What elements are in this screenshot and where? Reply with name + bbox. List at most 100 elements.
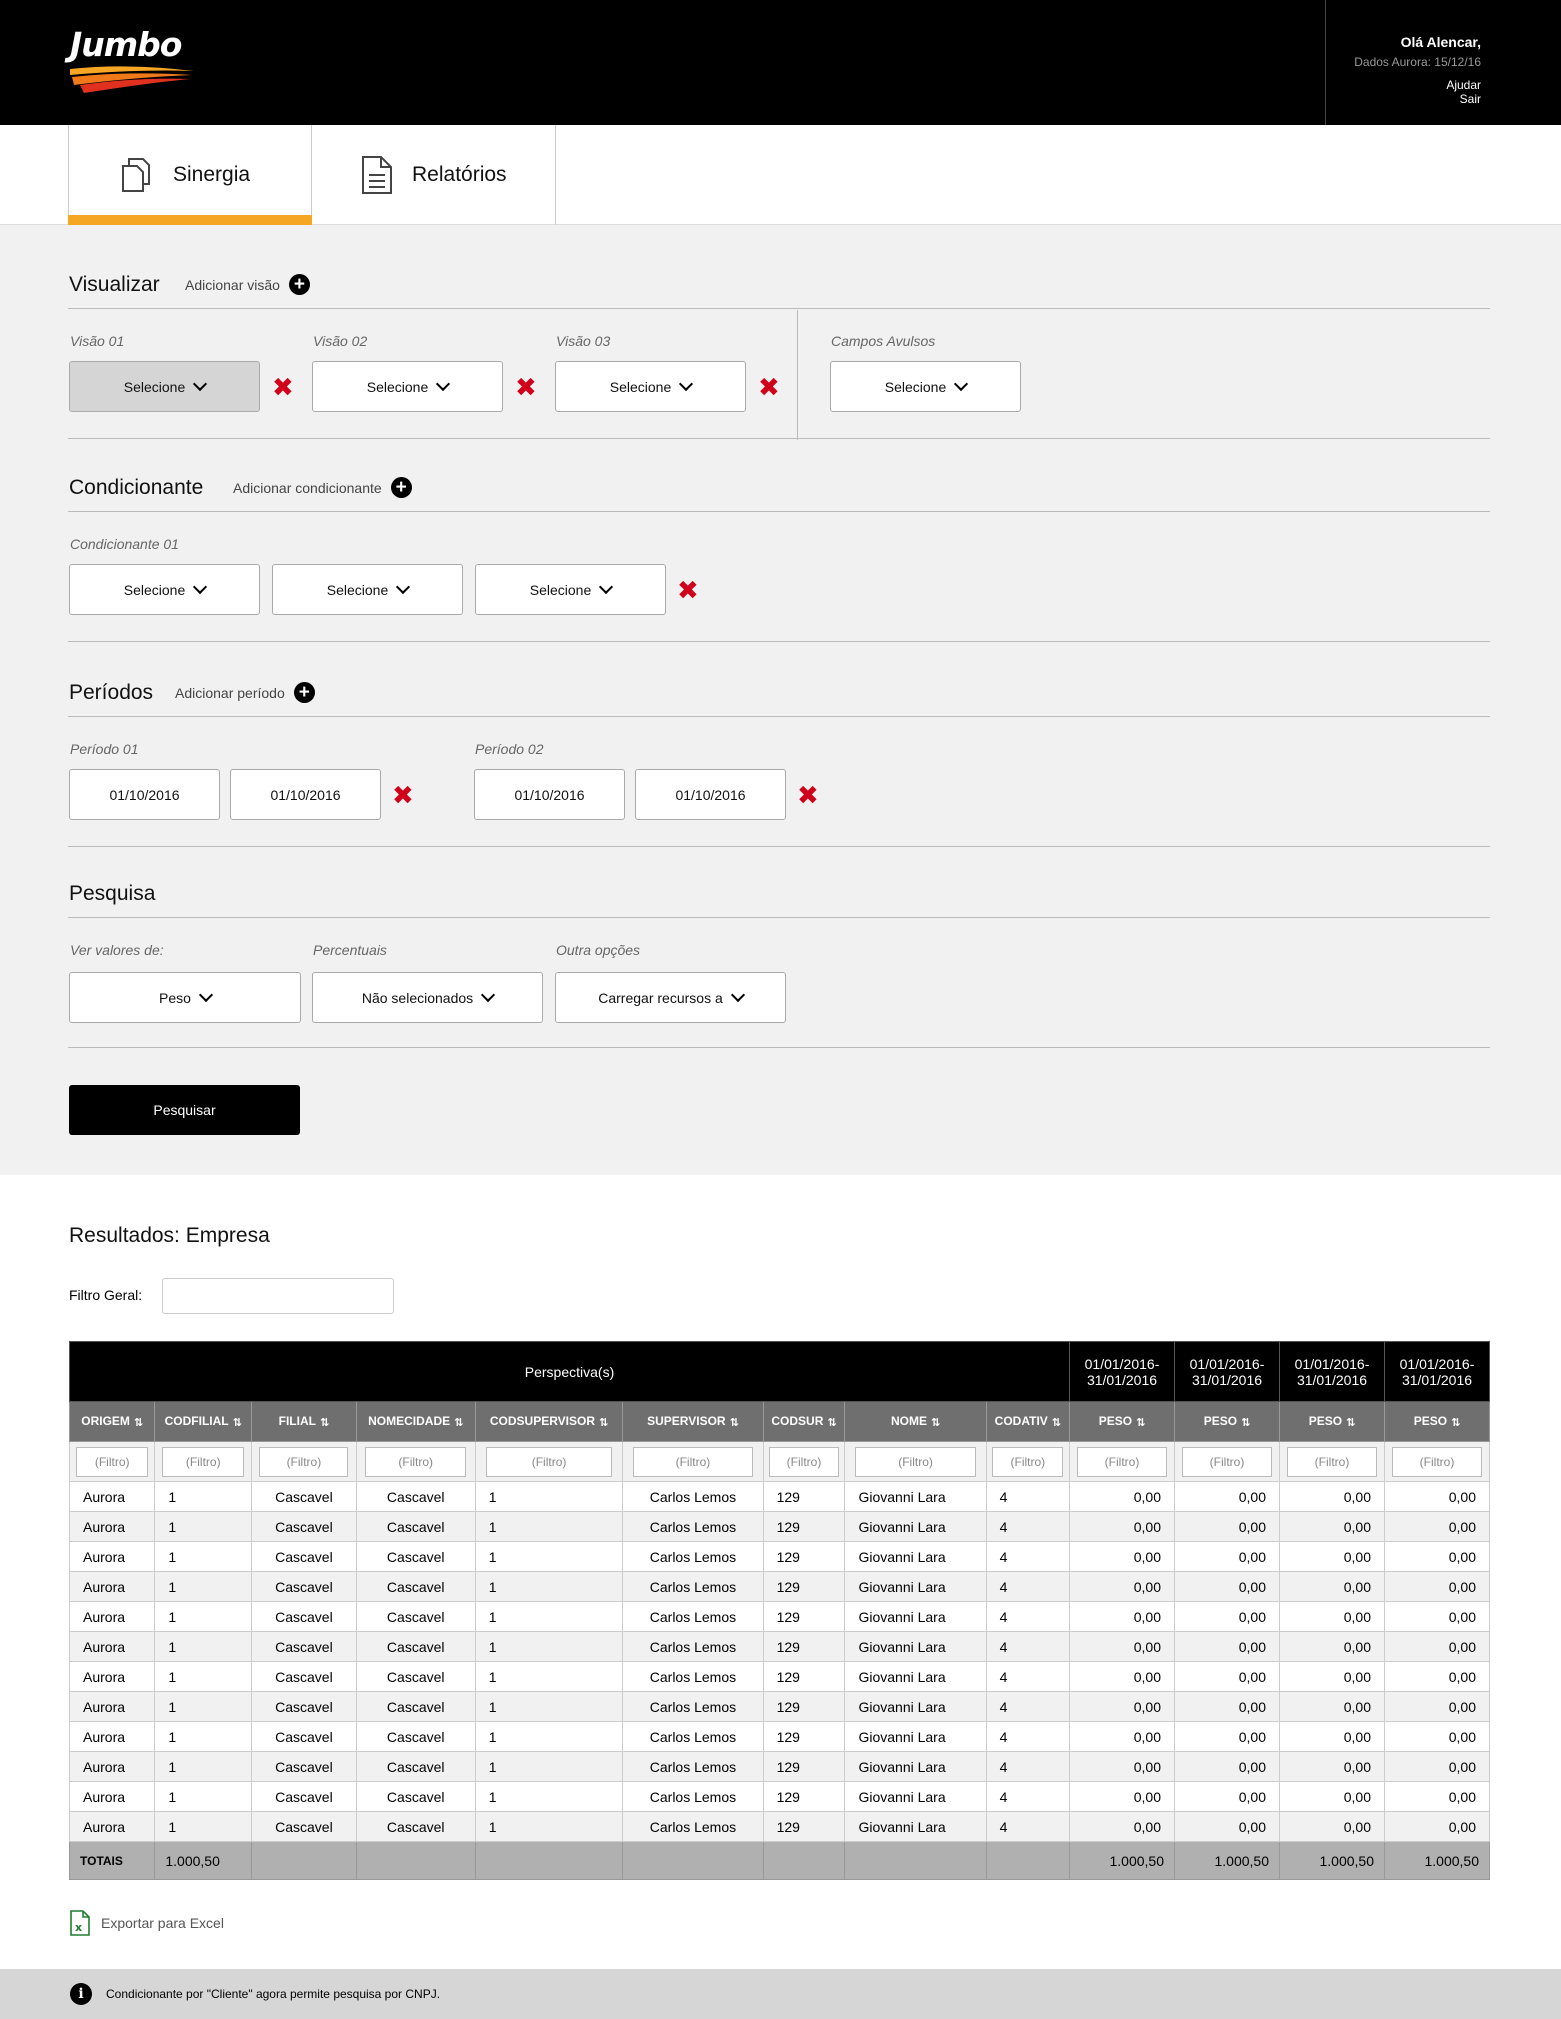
column-header-codsupervisor[interactable]: CODSUPERVISOR ⇅: [474, 1401, 624, 1442]
remove-condition-01-icon[interactable]: ✖: [677, 577, 699, 603]
add-condition-link[interactable]: Adicionar condicionante +: [233, 477, 412, 498]
sort-icon[interactable]: ⇅: [320, 1416, 329, 1429]
remove-view-02-icon[interactable]: ✖: [515, 374, 537, 400]
sort-icon[interactable]: ⇅: [730, 1416, 739, 1429]
column-filter-input[interactable]: (Filtro): [75, 1446, 149, 1477]
table-row[interactable]: Aurora 1 Cascavel Cascavel 1 Carlos Lemos 129 G…: [68, 1481, 1490, 1512]
table-cell: 1: [474, 1481, 624, 1512]
column-header-peso[interactable]: PESO ⇅: [1384, 1401, 1490, 1442]
add-view-link[interactable]: Adicionar visão +: [185, 274, 310, 295]
logout-link[interactable]: Sair: [1460, 92, 1481, 106]
table-row[interactable]: Aurora 1 Cascavel Cascavel 1 Carlos Lemos 129 G…: [68, 1691, 1490, 1722]
column-filter-input[interactable]: (Filtro): [1182, 1446, 1272, 1477]
column-header-nomecidade[interactable]: NOMECIDADE ⇅: [355, 1401, 476, 1442]
column-filter-input[interactable]: (Filtro): [1287, 1446, 1377, 1477]
export-excel-link[interactable]: x Exportar para Excel: [69, 1910, 224, 1936]
sort-icon[interactable]: ⇅: [1346, 1416, 1355, 1429]
period-01-end-input[interactable]: 01/10/2016: [230, 769, 381, 820]
top-header: Jumbo Olá Alencar, Dados Aurora: 15/12/1…: [0, 0, 1561, 125]
condition-01-select-1[interactable]: Selecione: [69, 564, 260, 615]
condition-value: Selecione: [123, 581, 186, 598]
sort-icon[interactable]: ⇅: [1052, 1416, 1061, 1429]
table-cell: Giovanni Lara: [844, 1481, 987, 1512]
jumbo-logo[interactable]: Jumbo: [68, 25, 198, 100]
table-row[interactable]: Aurora 1 Cascavel Cascavel 1 Carlos Lemos 129 G…: [68, 1601, 1490, 1632]
search-button[interactable]: Pesquisar: [69, 1085, 300, 1135]
sort-icon[interactable]: ⇅: [827, 1416, 836, 1429]
sort-icon[interactable]: ⇅: [1136, 1416, 1145, 1429]
remove-period-02-icon[interactable]: ✖: [797, 782, 819, 808]
add-period-link[interactable]: Adicionar período +: [175, 682, 315, 703]
table-row[interactable]: Aurora 1 Cascavel Cascavel 1 Carlos Lemos 129 G…: [68, 1751, 1490, 1782]
column-header-peso[interactable]: PESO ⇅: [1174, 1401, 1280, 1442]
table-row[interactable]: Aurora 1 Cascavel Cascavel 1 Carlos Lemos 129 G…: [68, 1781, 1490, 1812]
table-cell: Cascavel: [251, 1721, 357, 1752]
condition-01-select-3[interactable]: Selecione: [475, 564, 666, 615]
column-header-origem[interactable]: ORIGEM ⇅: [68, 1401, 156, 1442]
campos-avulsos-select[interactable]: Selecione: [830, 361, 1021, 412]
column-header-codsur[interactable]: CODSUR ⇅: [762, 1401, 846, 1442]
sort-icon[interactable]: ⇅: [134, 1416, 143, 1429]
column-filter-input[interactable]: (Filtro): [259, 1446, 349, 1477]
column-filter-input[interactable]: (Filtro): [633, 1446, 753, 1477]
column-header-peso[interactable]: PESO ⇅: [1069, 1401, 1175, 1442]
column-filter-input[interactable]: (Filtro): [486, 1446, 613, 1477]
column-header-codfilial[interactable]: CODFILIAL ⇅: [154, 1401, 253, 1442]
table-row[interactable]: Aurora 1 Cascavel Cascavel 1 Carlos Lemos 129 G…: [68, 1661, 1490, 1692]
column-header-filial[interactable]: FILIAL ⇅: [251, 1401, 357, 1442]
table-row[interactable]: Aurora 1 Cascavel Cascavel 1 Carlos Lemos 129 G…: [68, 1511, 1490, 1542]
table-row[interactable]: Aurora 1 Cascavel Cascavel 1 Carlos Lemos 129 G…: [68, 1631, 1490, 1662]
pesquisa-title: Pesquisa: [69, 882, 156, 905]
plus-circle-icon[interactable]: +: [293, 682, 315, 703]
column-filter-input[interactable]: (Filtro): [769, 1446, 839, 1477]
table-cell: Giovanni Lara: [844, 1691, 987, 1722]
table-cell: Cascavel: [251, 1481, 357, 1512]
totals-empty: [355, 1841, 476, 1880]
table-row[interactable]: Aurora 1 Cascavel Cascavel 1 Carlos Lemos 129 G…: [68, 1811, 1490, 1842]
tab-sinergia[interactable]: Sinergia: [68, 125, 312, 225]
column-filter-input[interactable]: (Filtro): [1077, 1446, 1167, 1477]
column-filter-input[interactable]: (Filtro): [992, 1446, 1064, 1477]
chevron-down-icon: [193, 376, 208, 392]
column-header-supervisor[interactable]: SUPERVISOR ⇅: [622, 1401, 764, 1442]
period-02-start-input[interactable]: 01/10/2016: [474, 769, 625, 820]
view-02-select[interactable]: Selecione: [312, 361, 503, 412]
table-row[interactable]: Aurora 1 Cascavel Cascavel 1 Carlos Lemos 129 G…: [68, 1541, 1490, 1572]
sort-icon[interactable]: ⇅: [233, 1416, 242, 1429]
condition-01-select-2[interactable]: Selecione: [272, 564, 463, 615]
column-header-peso[interactable]: PESO ⇅: [1279, 1401, 1385, 1442]
percentuais-select[interactable]: Não selecionados: [312, 972, 543, 1023]
plus-circle-icon[interactable]: +: [390, 477, 412, 498]
general-filter-input[interactable]: [162, 1278, 394, 1314]
sort-icon[interactable]: ⇅: [1451, 1416, 1460, 1429]
column-header-nome[interactable]: NOME ⇅: [844, 1401, 987, 1442]
period-01-start-input[interactable]: 01/10/2016: [69, 769, 220, 820]
condition-value: Selecione: [326, 581, 389, 598]
table-row[interactable]: Aurora 1 Cascavel Cascavel 1 Carlos Lemos 129 G…: [68, 1571, 1490, 1602]
table-cell: 129: [762, 1541, 846, 1572]
table-row[interactable]: Aurora 1 Cascavel Cascavel 1 Carlos Lemos 129 G…: [68, 1721, 1490, 1752]
sort-icon[interactable]: ⇅: [1241, 1416, 1250, 1429]
help-link[interactable]: Ajudar: [1446, 78, 1481, 92]
remove-view-01-icon[interactable]: ✖: [272, 374, 294, 400]
sort-icon[interactable]: ⇅: [931, 1416, 940, 1429]
values-of-select[interactable]: Peso: [69, 972, 301, 1023]
period-02-end-input[interactable]: 01/10/2016: [635, 769, 786, 820]
plus-circle-icon[interactable]: +: [288, 274, 310, 295]
view-01-select[interactable]: Selecione: [69, 361, 260, 412]
column-header-codativ[interactable]: CODATIV ⇅: [985, 1401, 1071, 1442]
other-options-select[interactable]: Carregar recursos a: [555, 972, 786, 1023]
column-filter-input[interactable]: (Filtro): [1392, 1446, 1482, 1477]
values-of-value: Peso: [159, 989, 191, 1006]
column-header-label: PESO: [1413, 1414, 1448, 1429]
view-03-select[interactable]: Selecione: [555, 361, 746, 412]
column-filter-input[interactable]: (Filtro): [162, 1446, 245, 1477]
sort-icon[interactable]: ⇅: [454, 1416, 463, 1429]
table-cell: 1: [474, 1601, 624, 1632]
column-filter-input[interactable]: (Filtro): [364, 1446, 467, 1477]
column-filter-input[interactable]: (Filtro): [855, 1446, 976, 1477]
remove-view-03-icon[interactable]: ✖: [758, 374, 780, 400]
sort-icon[interactable]: ⇅: [599, 1416, 608, 1429]
tab-relatorios[interactable]: Relatórios: [312, 125, 556, 225]
remove-period-01-icon[interactable]: ✖: [392, 782, 414, 808]
